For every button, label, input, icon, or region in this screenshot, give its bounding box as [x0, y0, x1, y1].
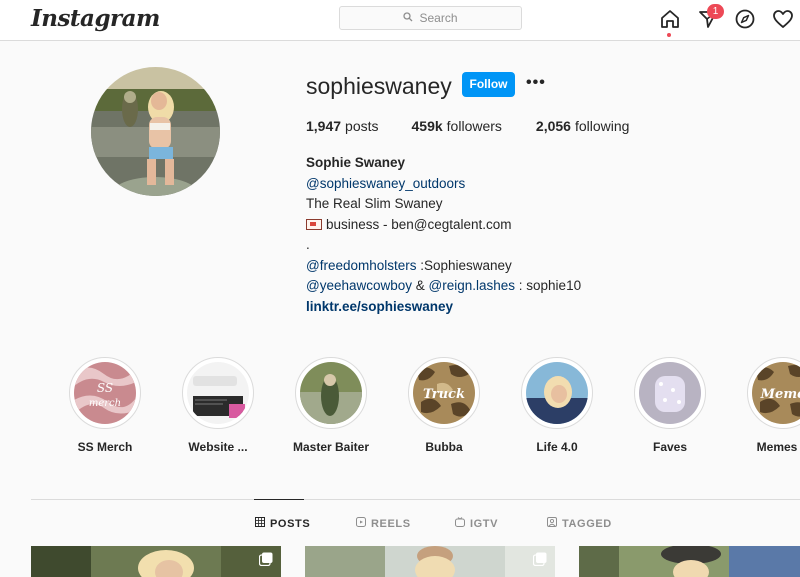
- bio-business-text: business - ben@cegtalent.com: [326, 216, 512, 232]
- highlight-cover: [639, 362, 701, 424]
- top-nav: Instagram Search 1: [0, 0, 800, 41]
- reels-icon: [356, 517, 366, 530]
- notification-badge: 1: [707, 4, 724, 19]
- highlight-ring: Truck: [408, 357, 480, 429]
- tab-tagged[interactable]: TAGGED: [547, 517, 612, 530]
- followers-count: 459k: [411, 118, 443, 134]
- envelope-icon: [306, 218, 322, 230]
- compass-icon[interactable]: [734, 8, 756, 30]
- igtv-icon: [455, 517, 465, 530]
- highlight-label: SS Merch: [77, 440, 133, 454]
- profile-avatar[interactable]: [91, 67, 220, 196]
- highlight-label: Life 4.0: [536, 440, 578, 454]
- profile-bio: Sophie Swaney @sophieswaney_outdoors The…: [306, 153, 666, 317]
- highlight-label: Memes: [756, 440, 798, 454]
- tab-posts[interactable]: POSTS: [255, 517, 310, 530]
- bio-website-link[interactable]: linktr.ee/sophieswaney: [306, 297, 666, 318]
- highlight-cover: [526, 362, 588, 424]
- multiple-photos-icon: [533, 552, 547, 566]
- more-options-icon[interactable]: •••: [526, 72, 548, 97]
- highlight-memes[interactable]: Meme Memes: [747, 357, 800, 454]
- post-thumbnail[interactable]: [579, 546, 800, 577]
- highlight-cover: SS merch: [74, 362, 136, 424]
- post-thumbnail[interactable]: [31, 546, 281, 577]
- bio-holsters-code: :Sophieswaney: [416, 257, 512, 273]
- svg-text:SS: SS: [97, 381, 113, 395]
- bio-dot-line: .: [306, 237, 310, 252]
- tab-label: IGTV: [470, 517, 499, 530]
- bio-holsters-link[interactable]: @freedomholsters: [306, 258, 417, 273]
- following-count: 2,056: [535, 118, 571, 134]
- highlight-ss-merch[interactable]: SS merch SS Merch: [69, 357, 141, 454]
- highlight-faves[interactable]: Faves: [634, 357, 706, 454]
- home-icon[interactable]: [659, 8, 681, 30]
- following-label: following: [574, 118, 630, 134]
- highlight-cover: Truck: [413, 362, 475, 424]
- tab-label: POSTS: [270, 517, 311, 530]
- bio-reign-link[interactable]: @reign.lashes: [429, 278, 516, 293]
- tagged-icon: [547, 517, 557, 530]
- posts-count: 1,947: [306, 118, 342, 134]
- highlight-label: Faves: [652, 440, 688, 454]
- highlight-label: Bubba: [425, 440, 463, 454]
- tab-label: REELS: [371, 517, 411, 530]
- profile-stats: 1,947 posts 459k followers 2,056 followi…: [306, 118, 629, 134]
- tab-reels[interactable]: REELS: [356, 517, 411, 530]
- following-stat[interactable]: 2,056 following: [536, 118, 630, 134]
- profile-full-name: Sophie Swaney: [306, 155, 406, 170]
- bio-outdoors-link[interactable]: @sophieswaney_outdoors: [306, 174, 666, 195]
- heart-icon[interactable]: [772, 8, 794, 30]
- bio-business-line: business - ben@cegtalent.com: [306, 215, 666, 236]
- instagram-logo[interactable]: Instagram: [31, 5, 160, 32]
- follow-button[interactable]: Follow: [462, 72, 515, 97]
- tab-label: TAGGED: [562, 517, 612, 530]
- followers-stat[interactable]: 459k followers: [412, 118, 502, 134]
- highlight-master-baiter[interactable]: Master Baiter: [293, 357, 369, 454]
- post-thumbnail[interactable]: [305, 546, 555, 577]
- svg-text:Truck: Truck: [423, 387, 465, 402]
- active-indicator-dot: [667, 33, 671, 37]
- posts-stat: 1,947 posts: [306, 118, 379, 134]
- profile-username: sophieswaney: [306, 73, 452, 99]
- highlight-ring: SS merch: [69, 357, 141, 429]
- highlight-bubba[interactable]: Truck Bubba: [408, 357, 480, 454]
- highlight-website[interactable]: Website ...: [182, 357, 254, 454]
- bio-sponsors-sep: &: [412, 278, 429, 293]
- tabs-divider: [31, 499, 800, 500]
- search-placeholder: Search: [419, 11, 458, 25]
- svg-text:merch: merch: [89, 398, 121, 409]
- bio-tagline: The Real Slim Swaney: [306, 196, 443, 211]
- highlight-cover: Meme: [752, 362, 800, 424]
- active-tab-indicator: [254, 499, 304, 500]
- search-input[interactable]: Search: [339, 6, 522, 30]
- highlight-cover: [187, 362, 249, 424]
- bio-sponsors-line: @yeehawcowboy & @reign.lashes : sophie10: [306, 276, 666, 297]
- highlight-label: Master Baiter: [292, 440, 370, 454]
- search-icon: [403, 11, 413, 25]
- highlight-ring: Meme: [747, 357, 800, 429]
- multiple-photos-icon: [259, 552, 273, 566]
- bio-holsters-line: @freedomholsters :Sophieswaney: [306, 256, 666, 277]
- highlight-life[interactable]: Life 4.0: [521, 357, 593, 454]
- posts-label: posts: [345, 118, 379, 134]
- highlight-ring: [295, 357, 367, 429]
- followers-label: followers: [446, 118, 502, 134]
- tab-igtv[interactable]: IGTV: [455, 517, 498, 530]
- svg-text:Meme: Meme: [760, 387, 800, 402]
- bio-sponsors-code: : sophie10: [515, 278, 582, 293]
- highlight-ring: [182, 357, 254, 429]
- highlight-cover: [300, 362, 362, 424]
- highlight-label: Website ...: [188, 440, 248, 454]
- highlight-ring: [634, 357, 706, 429]
- bio-yeehaw-link[interactable]: @yeehawcowboy: [306, 278, 412, 293]
- highlight-ring: [521, 357, 593, 429]
- grid-icon: [255, 517, 265, 530]
